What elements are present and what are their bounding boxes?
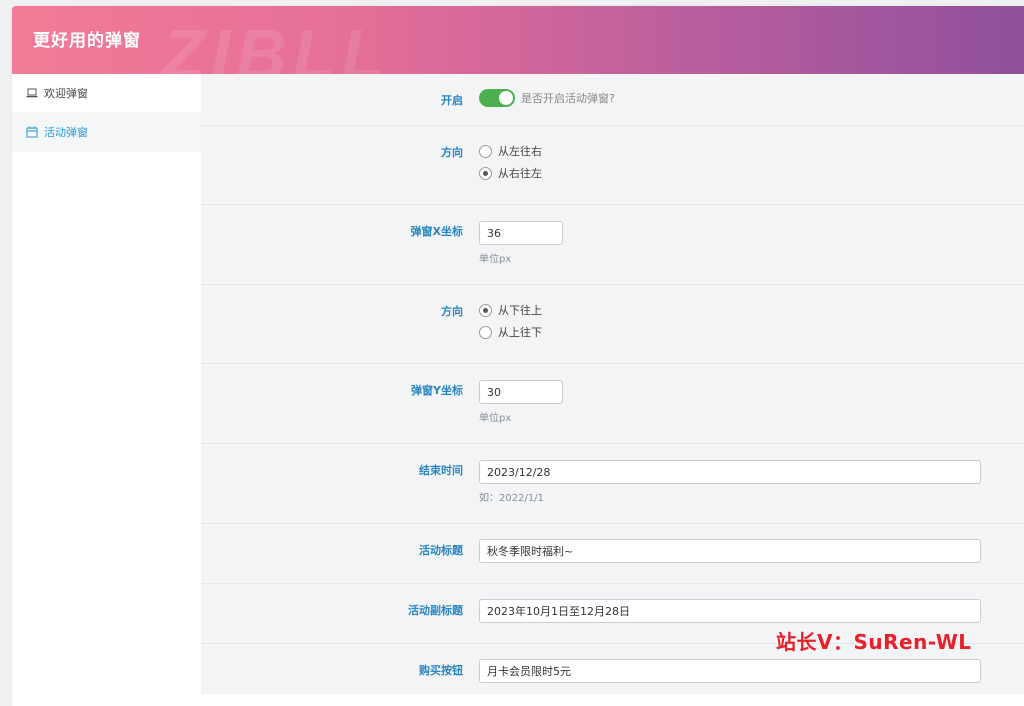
end-time-example: 如：2022/1/1 xyxy=(479,493,544,504)
radio-button[interactable] xyxy=(479,325,492,339)
activity-subtitle-input[interactable]: 2023年10月1日至12月28日 xyxy=(479,599,981,623)
end-time-label: 结束时间 xyxy=(419,464,463,477)
form-row-pos-y: 弹窗Y坐标 30 单位px xyxy=(201,364,1024,444)
form-row-pos-x: 弹窗X坐标 36 单位px xyxy=(201,205,1024,285)
radio-button[interactable] xyxy=(479,166,492,180)
enable-field: 是否开启活动弹窗? xyxy=(479,89,615,107)
pos-y-unit: 单位px xyxy=(479,413,512,424)
form-row-enable: 开启 是否开启活动弹窗? xyxy=(201,74,1024,126)
direction-x-field: 从左往右 从右往左 xyxy=(479,140,542,184)
activity-title-input[interactable]: 秋冬季限时福利~ xyxy=(479,539,981,563)
form-row-direction-x: 方向 从左往右 从右往左 xyxy=(201,126,1024,205)
pos-y-field: 30 单位px xyxy=(479,380,563,424)
direction-x-label: 方向 xyxy=(441,146,463,159)
radio-button[interactable] xyxy=(479,303,492,317)
header-watermark: ZIBLL xyxy=(162,15,391,74)
pos-x-label: 弹窗X坐标 xyxy=(410,225,463,238)
enable-label: 开启 xyxy=(441,94,463,107)
toggle-knob xyxy=(499,91,513,105)
enable-toggle[interactable] xyxy=(479,89,515,107)
sidebar-item-activity-popup[interactable]: 活动弹窗 xyxy=(12,112,201,152)
settings-panel: ZIBLL 更好用的弹窗 欢迎弹窗 活动弹窗 开启 是否开启活动弹窗? 方向 从… xyxy=(12,6,1024,706)
radio-label: 从下往上 xyxy=(498,304,542,317)
form-row-activity-title: 活动标题 秋冬季限时福利~ xyxy=(201,524,1024,584)
sidebar-item-label: 活动弹窗 xyxy=(44,126,88,139)
activity-subtitle-field: 2023年10月1日至12月28日 xyxy=(479,599,981,623)
calendar-icon xyxy=(26,126,38,138)
radio-option-bottom-to-top[interactable]: 从下往上 xyxy=(479,299,542,321)
direction-y-field: 从下往上 从上往下 xyxy=(479,299,542,343)
sidebar-item-label: 欢迎弹窗 xyxy=(44,87,88,100)
radio-button[interactable] xyxy=(479,144,492,158)
pos-x-field: 36 单位px xyxy=(479,221,563,265)
radio-label: 从左往右 xyxy=(498,145,542,158)
activity-subtitle-label: 活动副标题 xyxy=(408,604,463,617)
radio-label: 从右往左 xyxy=(498,167,542,180)
end-time-field: 2023/12/28 如：2022/1/1 xyxy=(479,460,981,504)
pos-y-label: 弹窗Y坐标 xyxy=(411,384,463,397)
sidebar-item-welcome-popup[interactable]: 欢迎弹窗 xyxy=(12,74,201,112)
pos-x-input[interactable]: 36 xyxy=(479,221,563,245)
direction-y-label: 方向 xyxy=(441,305,463,318)
pos-y-input[interactable]: 30 xyxy=(479,380,563,404)
radio-label: 从上往下 xyxy=(498,326,542,339)
overlay-watermark-text: 站长V：SuRen-WL xyxy=(776,630,972,654)
buy-button-field: 月卡会员限时5元 xyxy=(479,659,981,683)
sidebar: 欢迎弹窗 活动弹窗 xyxy=(12,74,201,694)
buy-button-label: 购买按钮 xyxy=(419,664,463,677)
radio-option-right-to-left[interactable]: 从右往左 xyxy=(479,162,542,184)
radio-option-left-to-right[interactable]: 从左往右 xyxy=(479,140,542,162)
end-time-input[interactable]: 2023/12/28 xyxy=(479,460,981,484)
buy-button-input[interactable]: 月卡会员限时5元 xyxy=(479,659,981,683)
page-title: 更好用的弹窗 xyxy=(33,31,141,51)
activity-title-field: 秋冬季限时福利~ xyxy=(479,539,981,563)
pos-x-unit: 单位px xyxy=(479,254,512,265)
laptop-icon xyxy=(26,87,38,99)
form-row-end-time: 结束时间 2023/12/28 如：2022/1/1 xyxy=(201,444,1024,524)
form-row-direction-y: 方向 从下往上 从上往下 xyxy=(201,285,1024,364)
form-area: 开启 是否开启活动弹窗? 方向 从左往右 从右往左 弹窗X坐标 36 单位px … xyxy=(201,74,1024,694)
activity-title-label: 活动标题 xyxy=(419,544,463,557)
radio-option-top-to-bottom[interactable]: 从上往下 xyxy=(479,321,542,343)
header: ZIBLL 更好用的弹窗 xyxy=(12,6,1024,74)
enable-hint: 是否开启活动弹窗? xyxy=(521,92,615,105)
